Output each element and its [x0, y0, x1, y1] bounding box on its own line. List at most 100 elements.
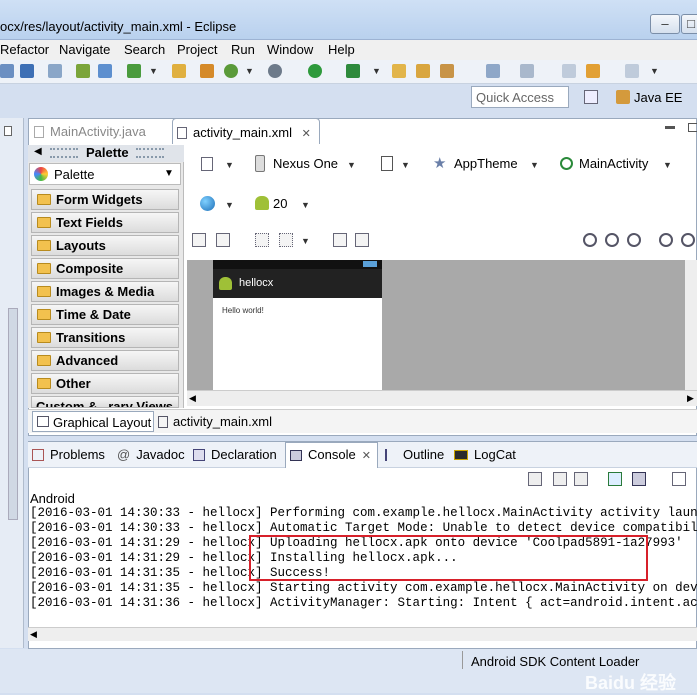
open-perspective-icon[interactable] [584, 90, 598, 104]
run-icon[interactable] [308, 64, 322, 78]
chevron-down-icon[interactable]: ▼ [301, 200, 310, 210]
arrow-left-icon[interactable] [586, 64, 600, 78]
open-type-icon[interactable] [416, 64, 430, 78]
tab-logcat[interactable]: LogCat [454, 447, 516, 462]
tab-console[interactable]: Console ✕ [290, 447, 371, 462]
chevron-down-icon[interactable]: ▼ [663, 160, 672, 170]
scroll-left-icon[interactable]: ◀ [189, 393, 196, 404]
palette-category-custom-views[interactable]: Custom &...rary Views [31, 396, 179, 408]
palette-dropdown[interactable]: Palette ▼ [29, 163, 181, 185]
back-icon[interactable] [562, 64, 576, 78]
save-icon[interactable] [20, 64, 34, 78]
chevron-down-icon[interactable]: ▼ [301, 236, 310, 246]
chevron-down-icon[interactable]: ▼ [225, 200, 234, 210]
word-wrap-icon[interactable] [574, 472, 588, 486]
clear-console-icon[interactable] [528, 472, 542, 486]
margins-icon[interactable] [255, 233, 269, 247]
avd-manager-icon[interactable] [98, 64, 112, 78]
palette-category-layouts[interactable]: Layouts [31, 235, 179, 256]
palette-category-images-media[interactable]: Images & Media [31, 281, 179, 302]
palette-category-composite[interactable]: Composite [31, 258, 179, 279]
maximize-button[interactable]: □ [681, 14, 697, 34]
chevron-down-icon[interactable]: ▼ [149, 66, 158, 76]
zoom-real-icon[interactable] [605, 233, 619, 247]
zoom-out-icon[interactable] [659, 233, 673, 247]
print-icon[interactable] [48, 64, 62, 78]
fit-height-icon[interactable] [216, 233, 230, 247]
vertical-scrollbar[interactable] [685, 260, 697, 390]
console-horizontal-scrollbar[interactable]: ◀ [28, 627, 697, 641]
new-icon[interactable] [0, 64, 14, 78]
orientation-icon[interactable] [381, 156, 393, 171]
toggle-icon[interactable] [333, 233, 347, 247]
scroll-left-icon[interactable]: ◀ [30, 629, 37, 640]
pencil-icon[interactable] [440, 64, 454, 78]
tab-declaration[interactable]: Declaration [193, 447, 277, 462]
scroll-right-icon[interactable]: ▶ [687, 393, 694, 404]
hello-text[interactable]: Hello world! [222, 306, 264, 315]
chevron-down-icon[interactable]: ▼ [347, 160, 356, 170]
next-annotation-icon[interactable] [520, 64, 534, 78]
perspective-switcher[interactable]: Java EE [580, 86, 697, 110]
arrow-right-icon[interactable] [625, 64, 639, 78]
chevron-down-icon[interactable]: ▼ [225, 160, 234, 170]
tab-xml-source[interactable]: activity_main.xml [158, 414, 272, 429]
minimize-editor-icon[interactable] [665, 126, 675, 129]
palette-category-advanced[interactable]: Advanced [31, 350, 179, 371]
menu-window[interactable]: Window [267, 42, 313, 57]
scroll-lock-icon[interactable] [553, 472, 567, 486]
device-selector[interactable]: Nexus One [273, 156, 338, 171]
palette-category-form-widgets[interactable]: Form Widgets [31, 189, 179, 210]
menu-search[interactable]: Search [124, 42, 165, 57]
refresh-icon[interactable] [224, 64, 238, 78]
tab-problems[interactable]: Problems [32, 447, 105, 462]
close-icon[interactable]: ✕ [302, 128, 311, 140]
close-icon[interactable]: ✕ [362, 450, 371, 462]
api-level-selector[interactable]: 20 [273, 196, 287, 211]
chevron-down-icon[interactable]: ▼ [650, 66, 659, 76]
globe-icon[interactable] [200, 196, 215, 211]
new-android-icon[interactable] [172, 64, 186, 78]
palette-category-time-date[interactable]: Time & Date [31, 304, 179, 325]
drag-handle[interactable] [50, 148, 78, 158]
menu-run[interactable]: Run [231, 42, 255, 57]
menu-refactor[interactable]: Refactor [0, 42, 49, 57]
tab-activity-main-xml[interactable]: activity_main.xml ✕ [172, 118, 320, 144]
open-folder-icon[interactable] [392, 64, 406, 78]
run-external-icon[interactable] [346, 64, 360, 78]
palette-category-transitions[interactable]: Transitions [31, 327, 179, 348]
palette-category-other[interactable]: Other [31, 373, 179, 394]
scrollbar[interactable] [8, 308, 18, 520]
checkbox-icon[interactable] [127, 64, 141, 78]
quick-access-input[interactable]: Quick Access [471, 86, 569, 108]
minimize-button[interactable]: – [650, 14, 680, 34]
collapse-icon[interactable]: ◀ [34, 146, 42, 157]
zoom-actual-icon[interactable] [627, 233, 641, 247]
horizontal-scrollbar[interactable]: ◀ ▶ [187, 390, 697, 406]
chevron-down-icon[interactable]: ▼ [372, 66, 381, 76]
activity-selector[interactable]: MainActivity [579, 156, 648, 171]
annotation-icon[interactable] [486, 64, 500, 78]
chevron-down-icon[interactable]: ▼ [530, 160, 539, 170]
zoom-in-icon[interactable] [681, 233, 695, 247]
tab-outline[interactable]: Outline [385, 447, 444, 462]
tab-graphical-layout[interactable]: Graphical Layout [32, 411, 154, 432]
chevron-down-icon[interactable]: ▼ [401, 160, 410, 170]
tab-main-activity[interactable]: MainActivity.java [30, 118, 170, 144]
tab-javadoc[interactable]: @ Javadoc [117, 447, 185, 462]
drag-handle[interactable] [136, 148, 164, 158]
toggle-icon[interactable] [355, 233, 369, 247]
chevron-down-icon[interactable]: ▼ [245, 66, 254, 76]
debug-icon[interactable] [268, 64, 282, 78]
menu-navigate[interactable]: Navigate [59, 42, 110, 57]
new-console-icon[interactable] [672, 472, 686, 486]
android-sdk-icon[interactable] [76, 64, 90, 78]
menu-help[interactable]: Help [328, 42, 355, 57]
pin-console-icon[interactable] [608, 472, 622, 486]
restore-icon[interactable] [4, 126, 12, 136]
fit-width-icon[interactable] [192, 233, 206, 247]
display-console-icon[interactable] [632, 472, 646, 486]
menu-project[interactable]: Project [177, 42, 217, 57]
theme-selector[interactable]: AppTheme [454, 156, 518, 171]
config-icon[interactable] [201, 157, 213, 171]
